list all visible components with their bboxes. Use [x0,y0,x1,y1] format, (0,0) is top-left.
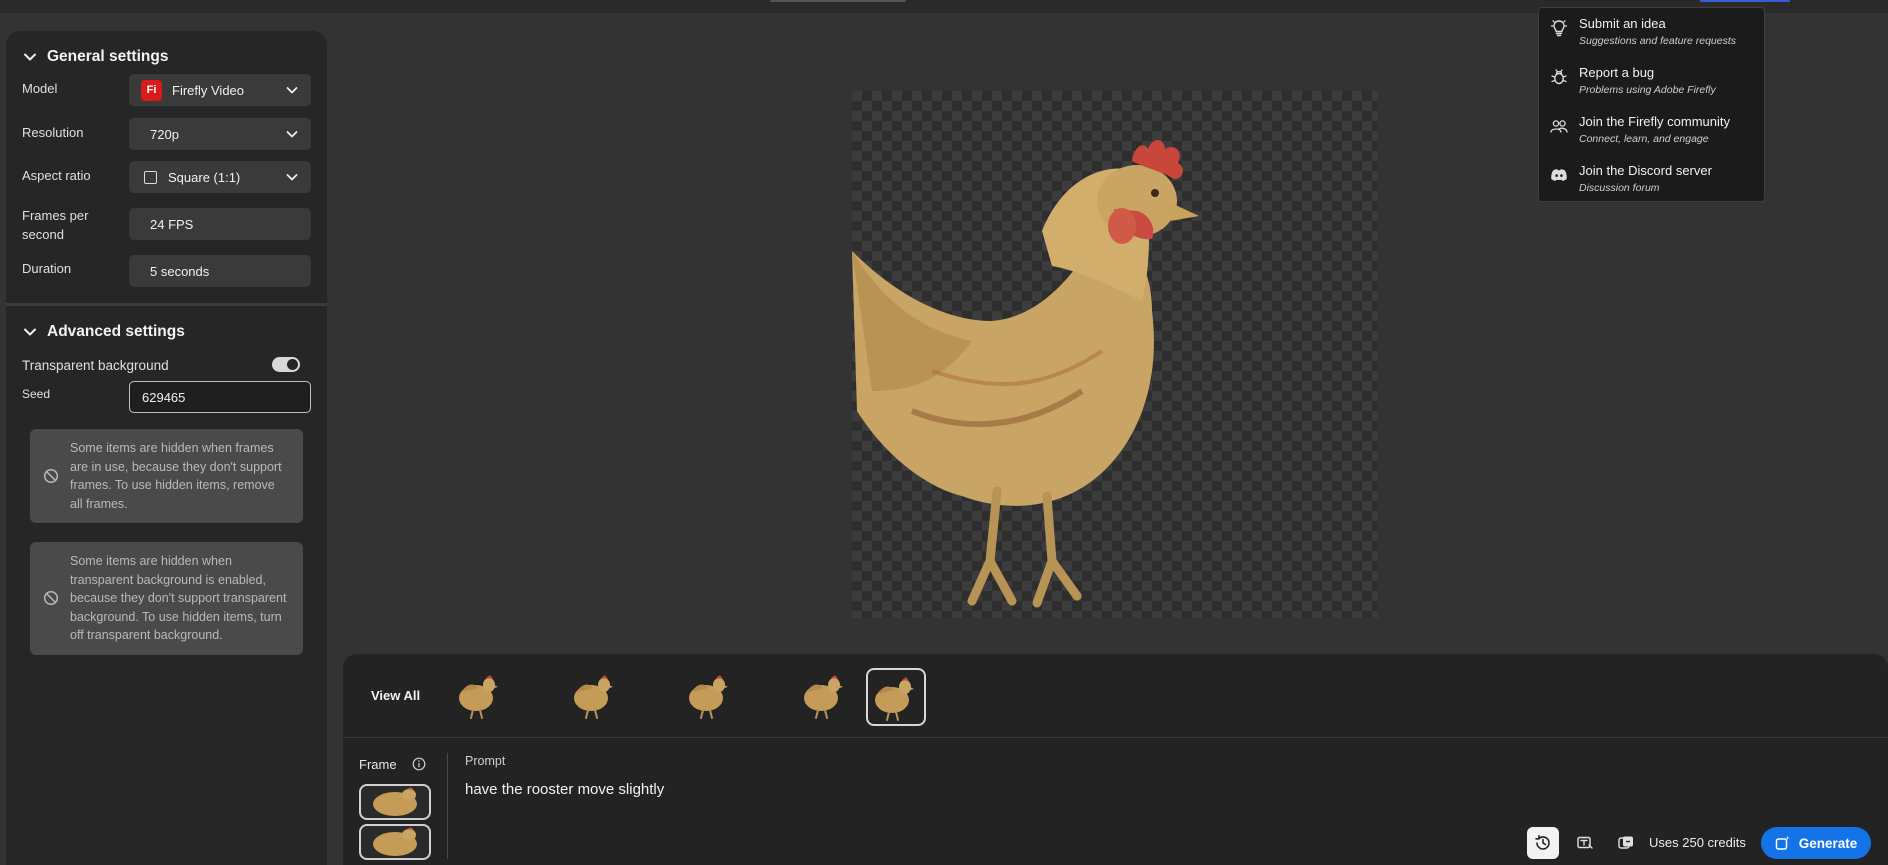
thumbnail-5[interactable] [866,668,926,726]
firefly-logo-icon: Fi [141,79,162,101]
top-bar-tab-indicator [770,0,906,2]
menu-item-title: Report a bug [1579,65,1655,80]
menu-item-report-bug[interactable]: Report a bug Problems using Adobe Firefl… [1539,59,1764,103]
video-preview[interactable] [852,91,1378,618]
menu-item-firefly-community[interactable]: Join the Firefly community Connect, lear… [1539,108,1764,152]
settings-panel: General settings Model Fi Firefly Video … [6,31,327,865]
rooster-thumbnail [373,827,417,856]
aspect-ratio-value: Square (1:1) [168,169,241,185]
ban-icon [43,468,59,484]
square-aspect-icon [144,170,157,184]
ban-icon [43,591,59,606]
aspect-ratio-label: Aspect ratio [22,168,91,183]
end-frame[interactable] [359,824,431,860]
chevron-down-icon [23,325,37,339]
thumbnail-2[interactable] [567,668,627,726]
fps-field[interactable]: 24 FPS [129,208,311,240]
help-menu: Submit an idea Suggestions and feature r… [1538,7,1765,202]
chevron-down-icon [285,127,299,141]
fps-label: Frames per second [22,206,88,244]
transparent-notice-text: Some items are hidden when transparent b… [70,554,287,642]
transparent-notice: Some items are hidden when transparent b… [30,542,303,655]
section-divider [6,303,327,306]
rooster-thumbnail [373,787,417,816]
menu-item-title: Join the Firefly community [1579,114,1730,129]
menu-item-submit-idea[interactable]: Submit an idea Suggestions and feature r… [1539,10,1764,54]
rooster-thumbnail [689,675,728,719]
rooster-thumbnail [574,675,613,719]
generate-button[interactable]: Generate [1761,827,1871,859]
history-icon [1535,835,1550,850]
text-settings-icon [1577,836,1593,849]
prompt-label: Prompt [465,754,506,768]
menu-item-discord[interactable]: Join the Discord server Discussion forum [1539,157,1764,201]
rooster-thumbnail [804,675,843,719]
advanced-settings-title: Advanced settings [47,323,185,340]
resolution-dropdown[interactable]: 720p [129,118,311,150]
view-all-button[interactable]: View All [371,688,420,703]
composer-divider [343,737,1888,738]
menu-item-title: Submit an idea [1579,16,1666,31]
duration-field[interactable]: 5 seconds [129,255,311,287]
seed-label: Seed [22,387,51,401]
frames-notice-text: Some items are hidden when frames are in… [70,441,282,511]
general-settings-header[interactable]: General settings [23,48,168,66]
resolution-value: 720p [150,126,179,142]
duration-value: 5 seconds [150,263,210,279]
fps-label-line2: second [22,227,64,242]
bug-icon [1549,67,1569,87]
prompt-input[interactable]: have the rooster move slightly [465,781,664,798]
generate-icon [1775,836,1790,850]
frame-label: Frame [359,757,397,772]
general-settings-title: General settings [47,48,169,65]
credits-icon [1618,836,1633,849]
credits-label: Uses 250 credits [1649,835,1746,850]
model-label: Model [22,81,58,96]
menu-item-subtitle: Connect, learn, and engage [1579,133,1709,145]
rooster-image [852,140,1199,608]
chevron-down-icon [285,83,299,97]
start-frame[interactable] [359,784,431,820]
menu-item-subtitle: Suggestions and feature requests [1579,35,1737,47]
discord-icon [1549,165,1569,185]
menu-item-title: Join the Discord server [1579,163,1712,178]
community-icon [1549,116,1569,136]
generate-label: Generate [1798,835,1858,851]
thumbnail-4[interactable] [797,668,857,726]
top-bar-accent-indicator [1700,0,1790,2]
fps-label-line1: Frames per [22,208,89,223]
model-dropdown[interactable]: Fi Firefly Video [129,74,311,106]
advanced-settings-header[interactable]: Advanced settings [23,323,185,341]
fps-value: 24 FPS [150,216,194,232]
model-value: Firefly Video [172,82,245,98]
chevron-down-icon [23,50,37,64]
transparent-background-toggle[interactable] [272,357,300,372]
duration-label: Duration [22,261,72,276]
menu-item-subtitle: Discussion forum [1579,182,1660,194]
seed-input[interactable] [129,381,311,413]
chevron-down-icon [285,170,299,184]
thumbnail-1[interactable] [452,668,512,726]
thumbnail-3[interactable] [682,668,742,726]
prompt-settings-button[interactable] [1569,827,1601,859]
composer-separator [447,753,448,859]
history-button[interactable] [1527,827,1559,859]
lightbulb-icon [1549,18,1569,38]
rooster-thumbnail [459,675,498,719]
frames-notice: Some items are hidden when frames are in… [30,429,303,523]
resolution-label: Resolution [22,125,84,140]
menu-item-subtitle: Problems using Adobe Firefly [1579,84,1716,96]
info-icon[interactable] [412,757,426,771]
aspect-ratio-dropdown[interactable]: Square (1:1) [129,161,311,193]
rooster-thumbnail [875,677,914,721]
transparent-background-label: Transparent background [22,358,169,373]
